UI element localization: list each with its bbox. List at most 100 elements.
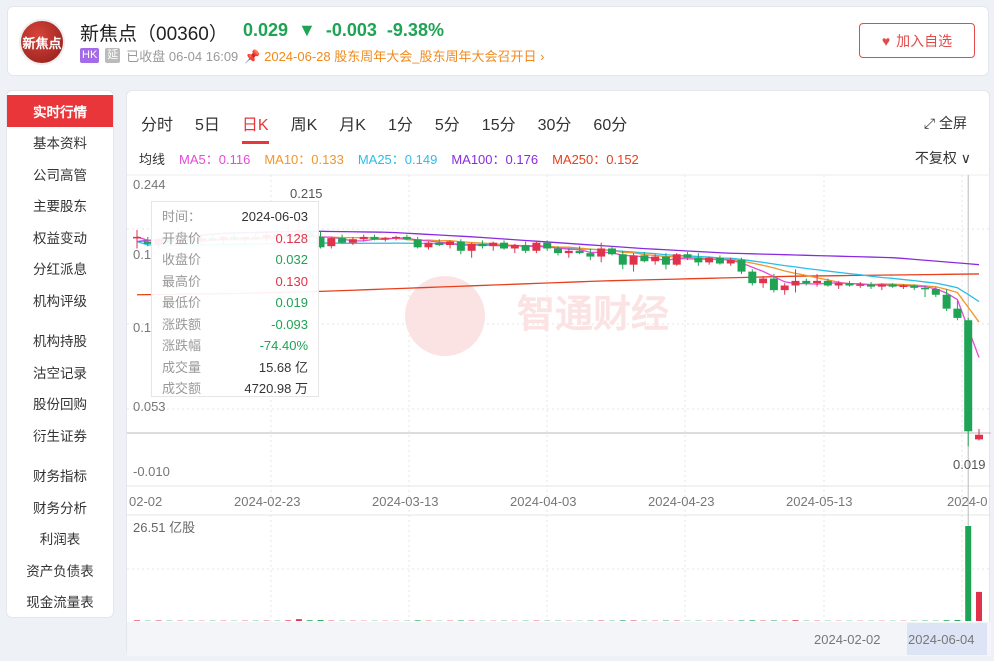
candle-body: [564, 250, 573, 254]
candle-body: [672, 254, 681, 265]
candle-body: [953, 308, 962, 318]
fullscreen-button[interactable]: ⤢ 全屏: [924, 113, 967, 133]
candle-body: [133, 236, 141, 239]
candle-body: [348, 239, 357, 243]
volume-bar: [965, 526, 972, 621]
sidebar-item[interactable]: 财务分析: [7, 491, 113, 523]
candle-body: [521, 245, 530, 251]
tab-period[interactable]: 分时: [141, 111, 173, 141]
sidebar-item[interactable]: 机构评级: [7, 284, 113, 316]
sidebar-item[interactable]: 权益变动: [7, 221, 113, 253]
candle-body: [661, 256, 670, 265]
volume-bar: [134, 620, 140, 621]
candle-body: [467, 243, 476, 251]
tab-period[interactable]: 60分: [593, 111, 627, 141]
sidebar-item[interactable]: 公司高管: [7, 158, 113, 190]
tooltip-row: 涨跌幅 -74.40%: [162, 335, 308, 357]
sidebar-item[interactable]: 股份回购: [7, 388, 113, 420]
tab-period[interactable]: 月K: [339, 111, 366, 141]
add-watchlist-button[interactable]: ♥ 加入自选: [859, 23, 975, 58]
candle-body: [597, 248, 606, 257]
y-axis-label: 0.244: [133, 177, 166, 192]
fullscreen-label: 全屏: [939, 115, 967, 131]
adjust-dropdown[interactable]: 不复权 ∨: [915, 148, 971, 168]
chart-panel: 智通财经 0.244 0.1 0.1 0.053 -0.010 02-02 2024-02-2…: [126, 90, 991, 656]
candle-body: [834, 283, 843, 286]
price-change-pct: -9.38%: [386, 20, 444, 40]
stock-name: 新焦点（00360）: [80, 24, 228, 45]
range-end-label: 2024-06-04: [908, 632, 975, 647]
candle-body: [942, 294, 951, 309]
candle-body: [500, 242, 509, 249]
tooltip-key: 最低价: [162, 295, 202, 310]
event-link[interactable]: 📌 2024-06-28 股东周年大会_股东周年大会召开日 ›: [244, 46, 544, 65]
tooltip-key: 涨跌额: [162, 316, 202, 332]
volume-bar: [792, 620, 799, 621]
sidebar-item[interactable]: 财务指标: [7, 460, 113, 492]
tooltip-value: 0.019: [275, 295, 308, 310]
candle-body: [327, 238, 336, 247]
candle-body: [543, 242, 552, 249]
x-axis-label: 2024-04-23: [648, 494, 715, 509]
x-axis-label: 2024-0: [947, 494, 987, 509]
price-quote: 0.029 ▼ -0.003 -9.38%: [243, 20, 444, 41]
tab-period[interactable]: 周K: [291, 111, 318, 141]
tooltip-value: 2024-06-03: [241, 209, 309, 224]
tooltip-key: 涨跌幅: [162, 338, 202, 353]
tab-period[interactable]: 日K: [241, 111, 269, 144]
x-axis-label: 2024-02-23: [234, 494, 301, 509]
sidebar-item[interactable]: 分红派息: [7, 253, 113, 285]
candle-body: [910, 285, 919, 288]
candle-body: [446, 241, 455, 246]
candle-body: [402, 236, 411, 240]
candle-body: [921, 287, 930, 290]
tab-period[interactable]: 1分: [388, 111, 413, 141]
x-axis-label: 2024-05-13: [786, 494, 853, 509]
tab-period[interactable]: 15分: [482, 111, 516, 141]
candle-body: [489, 242, 498, 247]
tooltip-value: 0.032: [275, 252, 308, 267]
sidebar-item[interactable]: 现金流量表: [7, 586, 113, 618]
sidebar-item[interactable]: 衍生证券: [7, 419, 113, 451]
event-text: 2024-06-28 股东周年大会_股东周年大会召开日: [264, 49, 537, 64]
candle-body: [435, 242, 444, 246]
sidebar-item[interactable]: 机构持股: [7, 325, 113, 357]
tooltip-row: 成交量 15.68 亿: [162, 357, 308, 379]
tab-period[interactable]: 5日: [195, 111, 220, 141]
candle-body: [791, 280, 800, 286]
chevron-down-icon: ∨: [960, 150, 971, 166]
volume-bar: [285, 620, 292, 621]
candle-body: [823, 280, 832, 286]
sidebar-item[interactable]: 主要股东: [7, 190, 113, 222]
volume-bar: [317, 620, 324, 621]
stock-header: 新焦点 新焦点（00360） 0.029 ▼ -0.003 -9.38% HK …: [7, 6, 989, 76]
y-axis-label: 0.053: [133, 399, 166, 414]
price-change: -0.003: [325, 20, 377, 40]
candle-body: [413, 239, 422, 248]
tab-period[interactable]: 30分: [538, 111, 572, 141]
heart-icon: ♥: [881, 32, 891, 49]
candle-body: [975, 434, 983, 440]
candle-body: [705, 257, 714, 263]
candle-body: [769, 278, 778, 291]
ma5-value: MA5：0.116: [179, 152, 251, 167]
tooltip-value: -74.40%: [259, 338, 308, 353]
chevron-right-icon: ›: [540, 49, 545, 64]
logo-text: 新焦点: [22, 35, 62, 51]
sidebar-item[interactable]: 基本资料: [7, 127, 113, 159]
pin-icon: 📌: [244, 49, 261, 64]
market-status: 已收盘 06-04 16:09: [126, 49, 239, 64]
sidebar-item[interactable]: 沽空记录: [7, 356, 113, 388]
tab-period[interactable]: 5分: [435, 111, 460, 141]
sidebar-item[interactable]: 实时行情: [7, 95, 113, 127]
candle-body: [424, 242, 433, 248]
candle-body: [683, 254, 692, 258]
tooltip-value: 0.128: [275, 230, 308, 246]
sidebar-item[interactable]: 资产负债表: [7, 554, 113, 586]
candle-body: [586, 253, 595, 257]
volume-bar: [943, 620, 950, 621]
sidebar-item[interactable]: 利润表: [7, 523, 113, 555]
tooltip-key: 时间：: [162, 209, 202, 224]
ma10-value: MA10：0.133: [264, 152, 344, 167]
tooltip-value: 4720.98 万: [244, 381, 308, 396]
